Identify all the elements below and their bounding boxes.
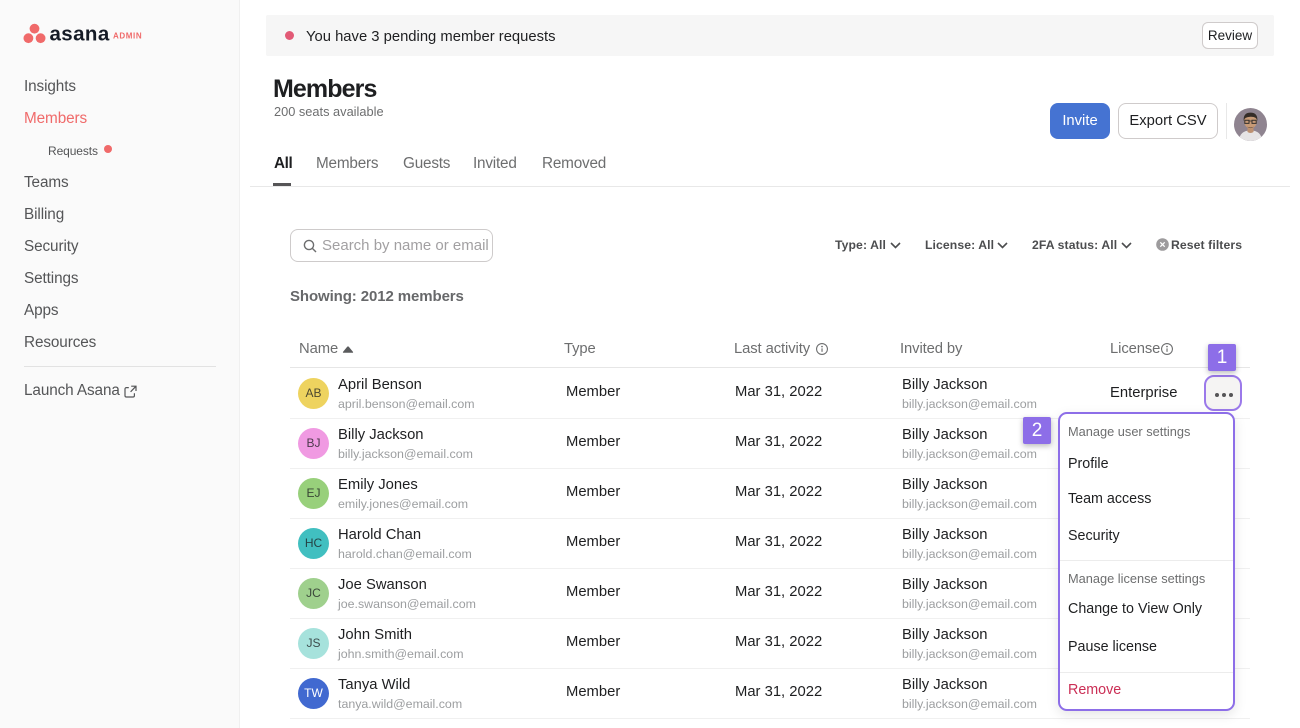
svg-text:ADMIN: ADMIN: [113, 32, 142, 41]
svg-text:asana: asana: [50, 23, 110, 46]
